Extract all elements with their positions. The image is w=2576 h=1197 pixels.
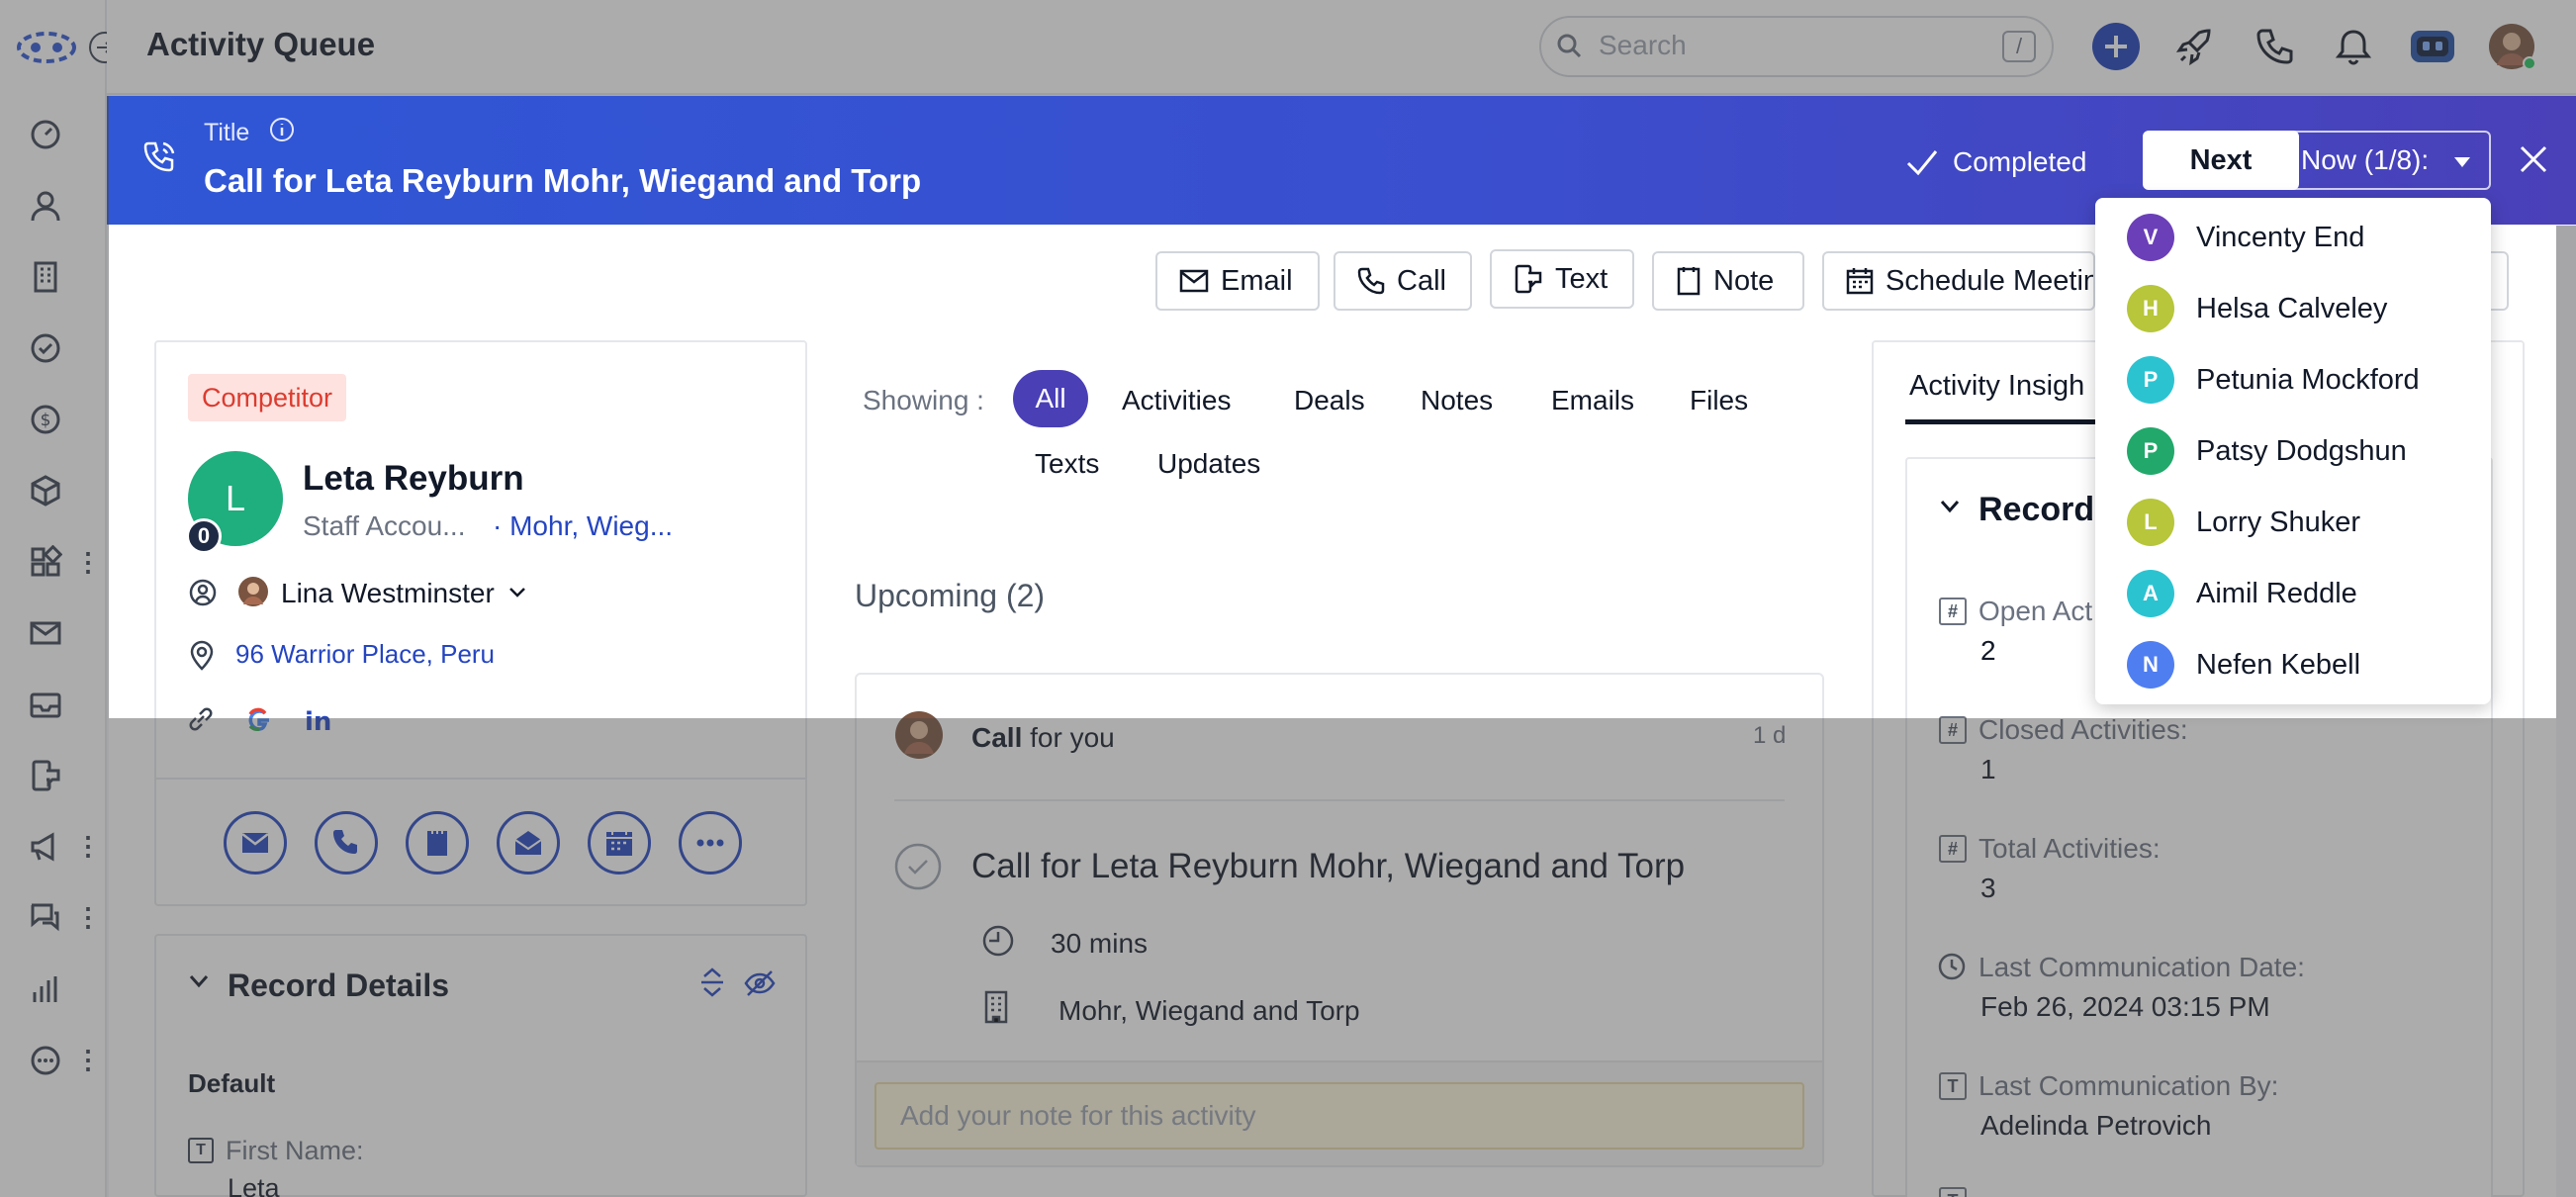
queue-item-avatar: A	[2127, 570, 2174, 617]
contact-role: Staff Accou...	[303, 510, 466, 541]
queue-item[interactable]: P Patsy Dodgshun	[2127, 425, 2407, 477]
chevron-down-icon[interactable]	[1939, 499, 1961, 514]
queue-item[interactable]: L Lorry Shuker	[2127, 497, 2360, 548]
filter-deals[interactable]: Deals	[1294, 385, 1365, 416]
phone-icon	[1357, 267, 1385, 295]
queue-item-avatar: V	[2127, 214, 2174, 261]
email-button[interactable]: Email	[1155, 251, 1320, 311]
active-tab-indicator	[1905, 419, 2103, 424]
calendar-icon	[1846, 267, 1874, 295]
insights-record-title[interactable]: Record	[1978, 491, 2094, 529]
open-activities-label: Open Act	[1978, 596, 2093, 626]
queue-item[interactable]: A Aimil Reddle	[2127, 568, 2357, 619]
email-button-label: Email	[1221, 264, 1293, 297]
open-activities-value: 2	[1980, 635, 1996, 666]
info-icon[interactable]	[269, 117, 295, 142]
tab-activity-insights[interactable]: Activity Insigh	[1909, 370, 2084, 403]
call-button-label: Call	[1397, 264, 1446, 297]
queue-selector[interactable]: Now (1/8):	[2273, 131, 2491, 190]
queue-item-name: Vincenty End	[2196, 221, 2365, 253]
text-button-label: Text	[1555, 262, 1609, 295]
chevron-down-icon[interactable]	[508, 586, 526, 599]
filter-notes[interactable]: Notes	[1421, 385, 1493, 416]
modal-overlay-right	[2556, 226, 2576, 718]
phone-call-icon	[142, 140, 176, 174]
queue-item[interactable]: V Vincenty End	[2127, 212, 2364, 263]
email-icon	[1179, 269, 1209, 293]
showing-label: Showing :	[863, 385, 984, 415]
filter-texts[interactable]: Texts	[1035, 448, 1099, 480]
contact-name[interactable]: Leta Reyburn	[303, 459, 524, 499]
queue-item-name: Aimil Reddle	[2196, 577, 2357, 609]
check-icon[interactable]	[1905, 146, 1939, 178]
queue-item[interactable]: H Helsa Calveley	[2127, 283, 2387, 334]
note-button[interactable]: Note	[1652, 251, 1804, 311]
filter-all[interactable]: All	[1013, 370, 1088, 427]
call-button[interactable]: Call	[1334, 251, 1472, 311]
text-button[interactable]: Text	[1490, 249, 1634, 309]
location-icon	[188, 639, 216, 671]
avatar-count-badge: 0	[186, 518, 222, 554]
queue-item-avatar: H	[2127, 285, 2174, 332]
filter-updates[interactable]: Updates	[1157, 448, 1260, 480]
queue-item-avatar: N	[2127, 641, 2174, 689]
queue-item-name: Nefen Kebell	[2196, 648, 2361, 681]
number-field-icon: #	[1939, 598, 1967, 625]
schedule-meeting-button[interactable]: Schedule Meetin	[1822, 251, 2095, 311]
queue-item-name: Patsy Dodgshun	[2196, 434, 2407, 467]
queue-item-name: Lorry Shuker	[2196, 506, 2361, 538]
owner-name[interactable]: Lina Westminster	[281, 578, 495, 609]
filter-files[interactable]: Files	[1690, 385, 1748, 416]
owner-avatar	[237, 576, 269, 607]
queue-item-name: Helsa Calveley	[2196, 292, 2388, 324]
filter-activities[interactable]: Activities	[1122, 385, 1231, 416]
status-badge: Competitor	[188, 374, 347, 421]
sms-icon	[1514, 264, 1543, 294]
queue-item-avatar: P	[2127, 356, 2174, 404]
queue-selector-label: Now (1/8):	[2301, 144, 2430, 175]
note-icon	[1676, 266, 1702, 296]
queue-item-name: Petunia Mockford	[2196, 363, 2420, 396]
address-link[interactable]: 96 Warrior Place, Peru	[235, 639, 495, 670]
activity-title: Call for Leta Reyburn Mohr, Wiegand and …	[204, 162, 922, 199]
modal-overlay-left	[0, 96, 109, 1197]
contact-company-link[interactable]: · Mohr, Wieg...	[493, 510, 673, 542]
owner-icon	[188, 578, 218, 607]
queue-item-avatar: L	[2127, 499, 2174, 546]
note-button-label: Note	[1713, 264, 1775, 297]
schedule-meeting-label: Schedule Meetin	[1886, 264, 2095, 297]
filter-emails[interactable]: Emails	[1551, 385, 1634, 416]
completed-button[interactable]: Completed	[1953, 146, 2086, 178]
modal-overlay-top	[0, 0, 2576, 96]
queue-item-avatar: P	[2127, 427, 2174, 475]
queue-item[interactable]: N Nefen Kebell	[2127, 639, 2360, 691]
close-icon[interactable]	[2517, 142, 2550, 176]
upcoming-heading[interactable]: Upcoming (2)	[855, 578, 1045, 614]
modal-overlay-bottom	[109, 718, 2576, 1197]
queue-item[interactable]: P Petunia Mockford	[2127, 354, 2420, 406]
caret-down-icon	[2453, 156, 2471, 168]
title-label: Title	[204, 119, 250, 146]
